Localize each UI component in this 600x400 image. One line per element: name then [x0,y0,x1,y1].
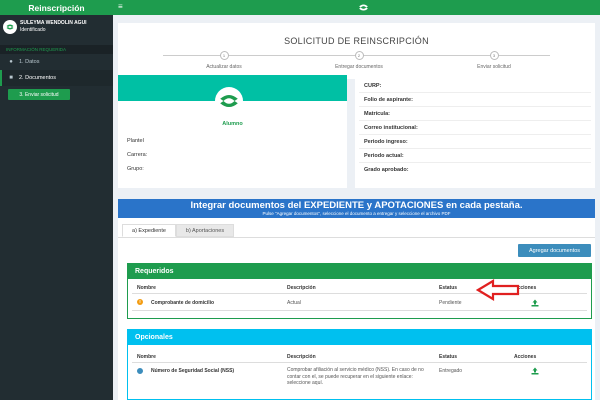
user-icon: ● [9,59,13,65]
col-header-name: Nombre [137,354,156,360]
upload-icon[interactable] [531,367,539,375]
profile-avatar [215,87,243,115]
panel-title: Requeridos [128,264,591,279]
send-request-button[interactable]: 3. Enviar solicitud [8,89,70,100]
brand-title[interactable]: Reinscripción [0,0,113,15]
info-grado: Grado aprobado: [364,167,409,173]
user-panel: SULEYMA WENDOLIN AGUI Identificado [0,15,113,39]
sidebar-item-documentos[interactable]: ■ 2. Documentos [0,70,113,86]
divider [359,134,591,135]
avatar [3,20,17,34]
col-header-name: Nombre [137,285,156,291]
red-arrow-annotation [476,279,520,301]
col-header-status: Estatus [439,354,458,360]
tab-expediente[interactable]: a) Expediente [122,224,176,237]
banner-title: Integrar documentos del EXPEDIENTE y APO… [190,200,523,211]
doc-status: Pendiente [439,300,462,306]
top-bar: ≡ [113,0,600,15]
doc-name: Comprobante de domicilio [151,300,215,306]
banner-subtitle: Pulse "Agregar documentos", seleccione e… [262,211,451,216]
hamburger-icon[interactable]: ≡ [118,3,123,11]
step-1: 1 Actualizar datos [184,51,264,70]
doc-status: Entregado [439,368,463,374]
field-grupo: Grupo: [127,166,144,172]
divider [132,362,587,363]
divider [359,148,591,149]
tab-area: a) Expediente b) Aportaciones Agregar do… [118,218,595,400]
step-2: 2 Entregar documentos [319,51,399,70]
sidebar-item-datos[interactable]: ● 1. Datos [0,54,113,70]
main-content: SOLICITUD DE REINSCRIPCIÓN 1 Actualizar … [113,15,600,400]
field-carrera: Carrera: [127,152,148,158]
col-header-description: Descripción [287,354,316,360]
sidebar-item-label: 1. Datos [19,59,40,65]
user-info: SULEYMA WENDOLIN AGUI Identificado [20,20,87,34]
info-folio: Folio de aspirante: [364,97,413,103]
documents-banner: Integrar documentos del EXPEDIENTE y APO… [118,199,595,218]
step-label: Entregar documentos [335,64,383,70]
student-info-card: CURP: Folio de aspirante: Matrícula: Cor… [355,75,595,188]
info-curp: CURP: [364,83,382,89]
add-documents-button[interactable]: Agregar documentos [518,244,591,257]
info-circle-icon [137,368,143,374]
tab-aportaciones[interactable]: b) Aportaciones [176,224,234,237]
profile-card: Alumno Plantel Carrera: Grupo: [118,75,347,188]
info-correo: Correo institucional: [364,125,418,131]
page-title: SOLICITUD DE REINSCRIPCIÓN [284,36,429,46]
divider [359,106,591,107]
tab-bar: a) Expediente b) Aportaciones [118,221,595,238]
required-panel: Requeridos Nombre Descripción Estatus Ac… [127,263,592,319]
step-circle: 2 [354,51,364,60]
field-plantel: Plantel [127,138,144,144]
doc-name: Número de Seguridad Social (NSS) [151,368,235,374]
panel-title: Opcionales [128,330,591,345]
user-status: Identificado [20,27,46,33]
optional-panel: Opcionales Nombre Descripción Estatus Ac… [127,329,592,400]
folder-icon: ■ [9,75,13,81]
user-name: SULEYMA WENDOLIN AGUI [20,20,87,26]
profile-role: Alumno [222,121,243,127]
sidebar: Reinscripción SULEYMA WENDOLIN AGUI Iden… [0,0,113,400]
step-circle: 1 [219,51,229,60]
col-header-actions: Acciones [514,354,537,360]
col-header-description: Descripción [287,285,316,291]
divider [359,162,591,163]
step-label: Actualizar datos [206,64,242,70]
doc-description: Actual [287,300,301,306]
step-label: Enviar solicitud [477,64,511,70]
upload-icon[interactable] [531,299,539,307]
steps-box: SOLICITUD DE REINSCRIPCIÓN 1 Actualizar … [118,23,595,79]
sidebar-section-header: INFORMACIÓN REQUERIDA [0,45,113,54]
divider [359,120,591,121]
institution-logo-icon [6,24,14,30]
info-periodo-ingreso: Periodo ingreso: [364,139,408,145]
step-3: 3 Enviar solicitud [454,51,534,70]
doc-description: Comprobar afiliación al servicio médico … [287,367,424,386]
info-matricula: Matrícula: [364,111,390,117]
info-periodo-actual: Periodo actual: [364,153,404,159]
institution-logo-icon [220,94,238,108]
divider [359,92,591,93]
sidebar-item-label: 2. Documentos [19,75,56,81]
divider [132,310,587,311]
step-circle: 3 [489,51,499,60]
col-header-status: Estatus [439,285,458,291]
institution-logo-icon [359,4,368,11]
warning-icon: ! [137,299,143,305]
